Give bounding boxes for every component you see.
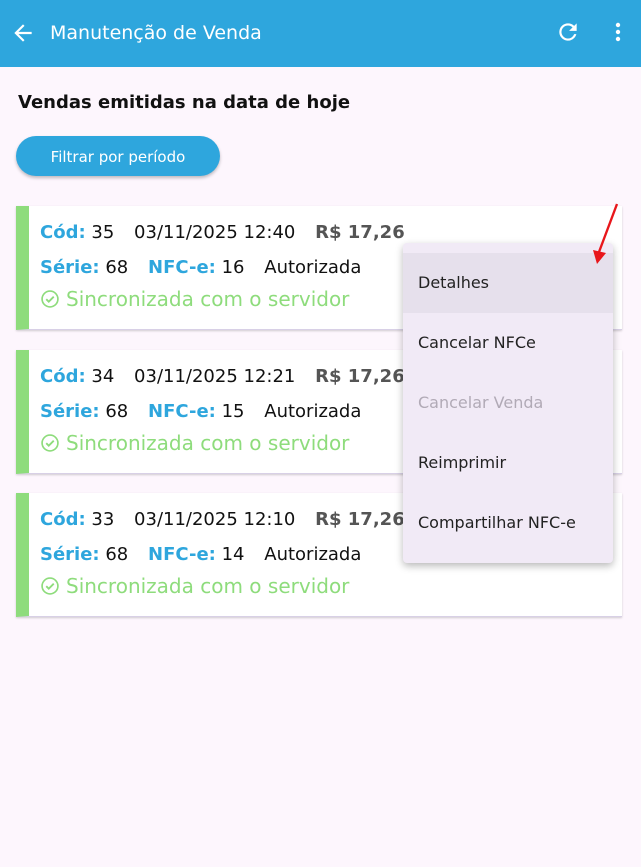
sale-cod: 35 [91, 222, 115, 243]
more-vert-icon[interactable] [606, 19, 630, 45]
serie-label: Série: [40, 544, 100, 565]
sale-sync-status: Sincronizada com o servidor [40, 574, 349, 598]
sale-datetime: 03/11/2025 12:40 [134, 222, 296, 243]
menu-item-compartilhar-nfce[interactable]: Compartilhar NFC-e [403, 493, 613, 553]
cod-label: Cód: [40, 366, 86, 387]
sale-sync-status: Sincronizada com o servidor [40, 431, 349, 455]
back-arrow-icon[interactable] [10, 20, 36, 46]
cod-label: Cód: [40, 222, 86, 243]
sale-row-fiscal: Série: 68 NFC-e: 15 Autorizada [40, 401, 361, 422]
check-circle-icon [41, 577, 59, 595]
check-circle-icon [41, 434, 59, 452]
sale-serie: 68 [105, 544, 129, 565]
sale-row-header: Cód: 33 03/11/2025 12:10 R$ 17,26 [40, 509, 405, 530]
sale-row-fiscal: Série: 68 NFC-e: 16 Autorizada [40, 257, 361, 278]
menu-item-cancelar-venda: Cancelar Venda [418, 393, 544, 412]
sync-text: Sincronizada com o servidor [66, 287, 350, 311]
cod-label: Cód: [40, 509, 86, 530]
nfce-label: NFC-e: [148, 257, 216, 278]
sale-nfce: 15 [221, 401, 245, 422]
sync-text: Sincronizada com o servidor [66, 574, 350, 598]
sale-status: Autorizada [264, 401, 362, 422]
sale-datetime: 03/11/2025 12:10 [134, 509, 296, 530]
nfce-label: NFC-e: [148, 401, 216, 422]
filter-period-button[interactable]: Filtrar por período [16, 136, 220, 176]
serie-label: Série: [40, 401, 100, 422]
sale-sync-status: Sincronizada com o servidor [40, 287, 349, 311]
sale-datetime: 03/11/2025 12:21 [134, 366, 296, 387]
sale-status: Autorizada [264, 257, 362, 278]
page-title: Manutenção de Venda [50, 22, 262, 44]
sync-text: Sincronizada com o servidor [66, 431, 350, 455]
sale-price: R$ 17,26 [315, 366, 405, 387]
section-heading: Vendas emitidas na data de hoje [18, 92, 351, 113]
check-circle-icon [41, 290, 59, 308]
sale-nfce: 14 [221, 544, 245, 565]
sale-row-fiscal: Série: 68 NFC-e: 14 Autorizada [40, 544, 361, 565]
serie-label: Série: [40, 257, 100, 278]
sale-nfce: 16 [221, 257, 245, 278]
menu-item-reimprimir[interactable]: Reimprimir [403, 433, 613, 493]
app-bar: Manutenção de Venda [0, 0, 641, 67]
sale-row-header: Cód: 35 03/11/2025 12:40 R$ 17,26 [40, 222, 405, 243]
sale-cod: 34 [91, 366, 115, 387]
sale-status: Autorizada [264, 544, 362, 565]
sale-price: R$ 17,26 [315, 509, 405, 530]
menu-item-cancelar-nfce[interactable]: Cancelar NFCe [403, 313, 613, 373]
annotation-arrow-icon [593, 203, 619, 264]
menu-item-detalhes[interactable]: Detalhes [403, 253, 613, 313]
sale-serie: 68 [105, 401, 129, 422]
sale-row-header: Cód: 34 03/11/2025 12:21 R$ 17,26 [40, 366, 405, 387]
context-menu: Detalhes Cancelar NFCe Cancelar Venda Re… [403, 243, 613, 563]
nfce-label: NFC-e: [148, 544, 216, 565]
sale-serie: 68 [105, 257, 129, 278]
sale-cod: 33 [91, 509, 115, 530]
sale-price: R$ 17,26 [315, 222, 405, 243]
refresh-icon[interactable] [555, 19, 581, 45]
